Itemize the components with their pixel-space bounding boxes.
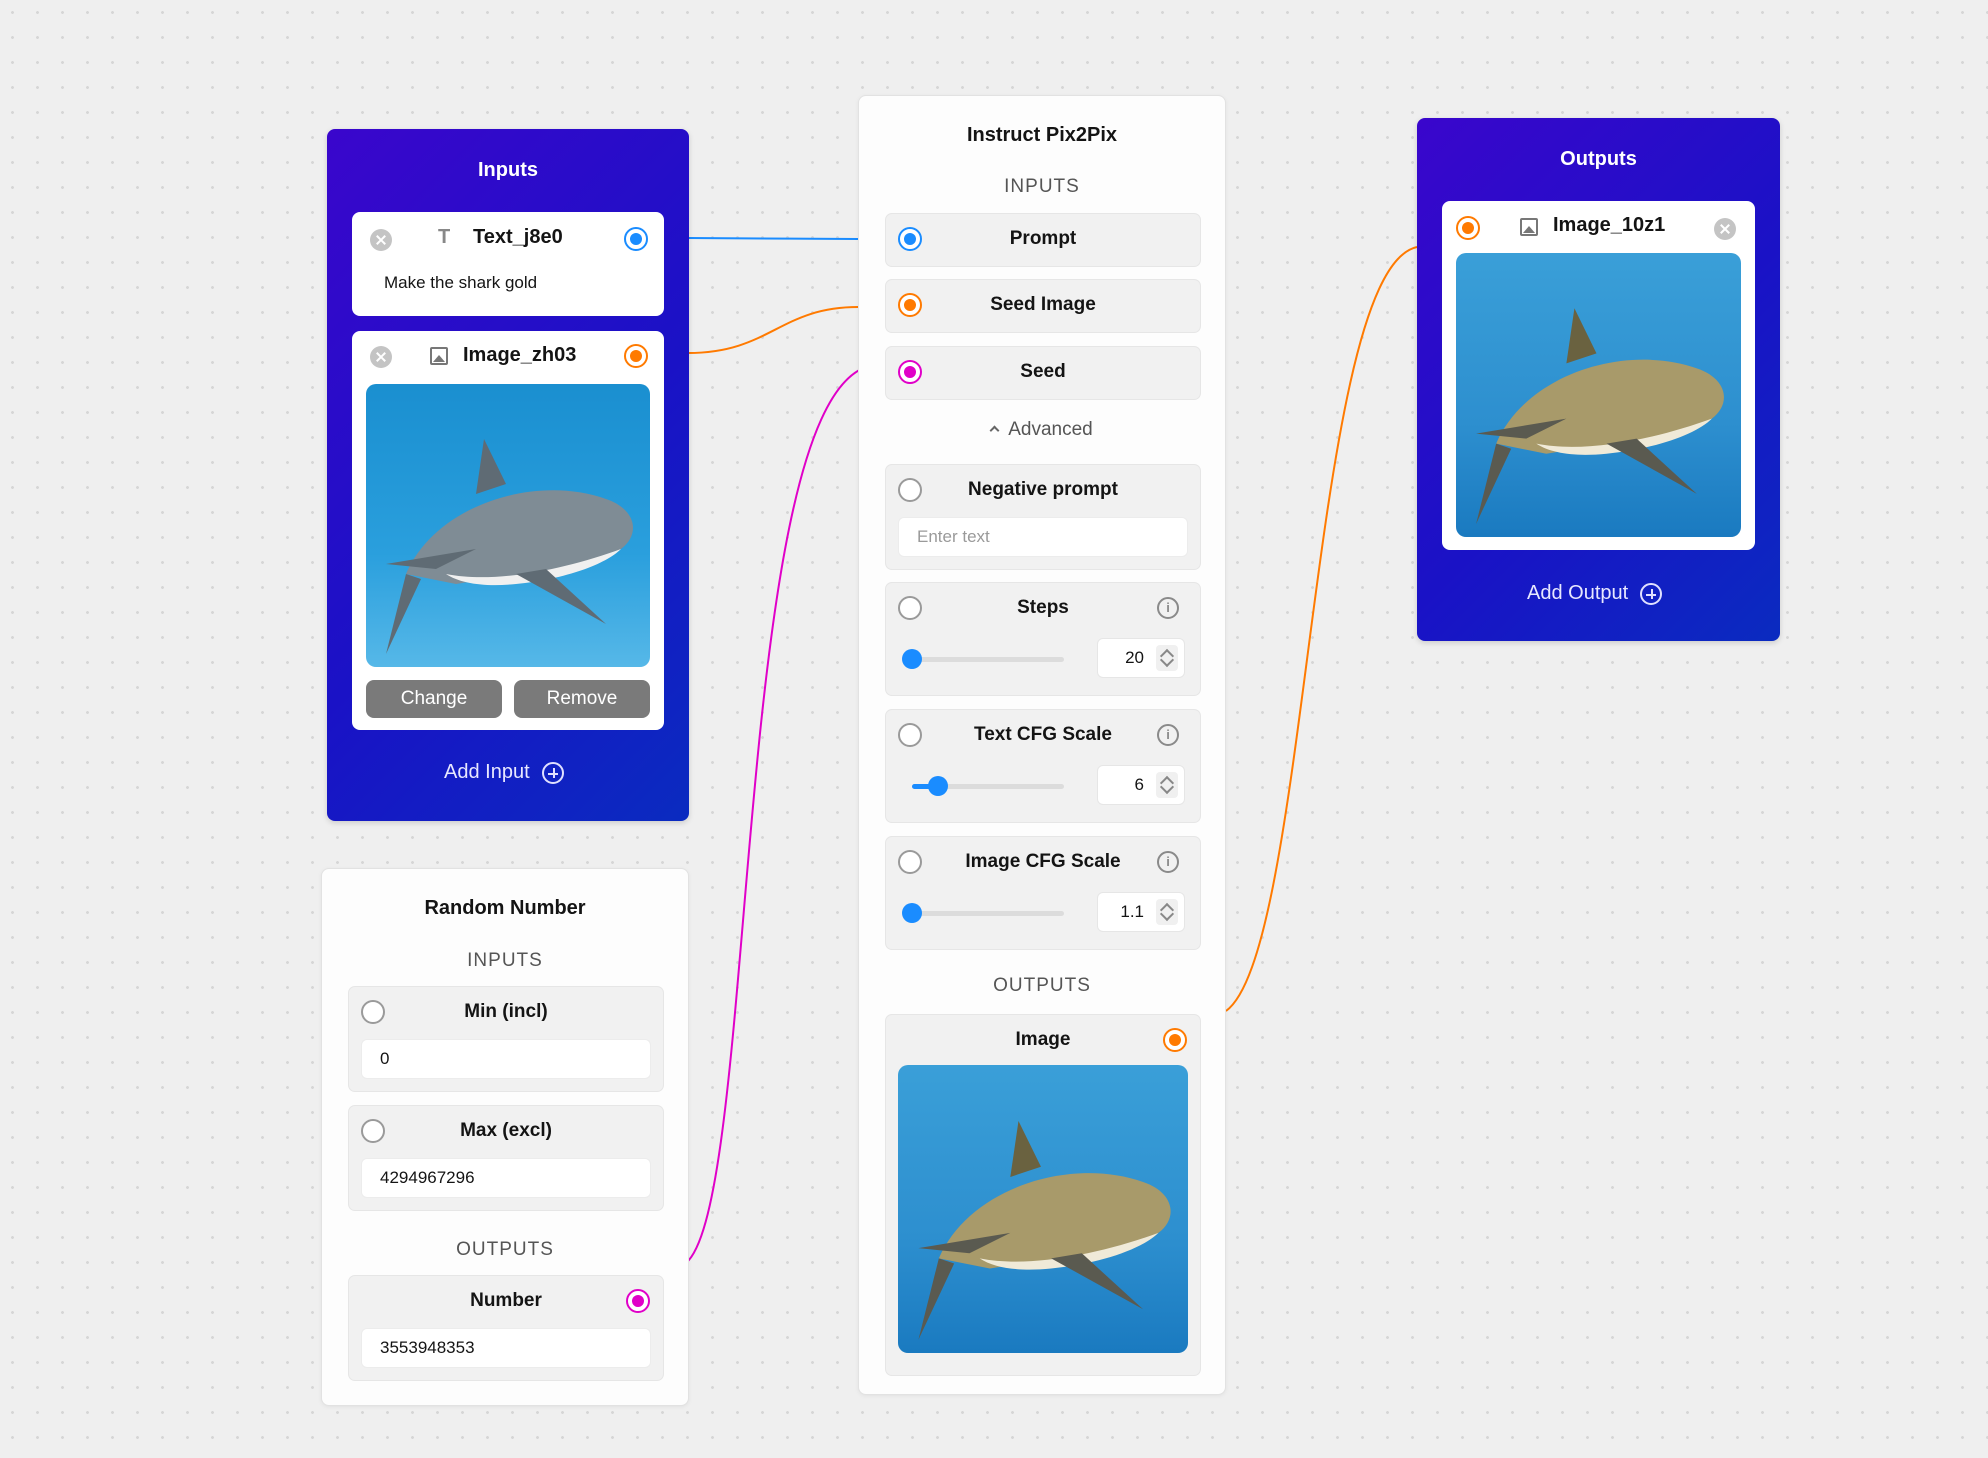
random-number-node: Random Number INPUTS Min (incl) 0 Max (e… (321, 868, 689, 1406)
advanced-label: Advanced (1008, 419, 1093, 440)
outputs-panel-title: Outputs (1560, 148, 1637, 170)
add-output-button[interactable]: Add Output (1527, 582, 1663, 605)
image-output-label: Image (1015, 1029, 1071, 1050)
seed-row: Seed (885, 346, 1201, 400)
steps-info-icon[interactable]: i (1157, 597, 1179, 619)
number-output-port[interactable] (626, 1289, 650, 1313)
random-number-outputs-label: OUTPUTS (456, 1239, 554, 1260)
steps-slider[interactable] (902, 649, 1064, 669)
wire-image-to-seed-image (687, 306, 859, 354)
plus-icon (1640, 582, 1663, 605)
min-label: Min (incl) (464, 1001, 548, 1022)
steps-label: Steps (1017, 597, 1069, 618)
max-label: Max (excl) (460, 1120, 552, 1141)
image-cfg-row: Image CFG Scale i 1.1 (885, 836, 1201, 950)
shark-image-final (1456, 253, 1741, 537)
steps-slider-thumb[interactable] (902, 649, 922, 669)
image-output-port[interactable] (1163, 1028, 1187, 1052)
random-number-title: Random Number (424, 897, 586, 919)
image-cfg-stepper[interactable]: 1.1 (1097, 892, 1185, 932)
inputs-panel-title: Inputs (478, 159, 538, 181)
image-cfg-slider-thumb[interactable] (902, 903, 922, 923)
min-row: Min (incl) 0 (348, 986, 664, 1092)
stepper-arrows-icon[interactable] (1156, 899, 1178, 925)
image-output-row: Image (885, 1014, 1201, 1376)
output-image-input-port[interactable] (1456, 216, 1480, 240)
negative-prompt-row: Negative prompt Enter text (885, 464, 1201, 570)
text-output-port[interactable] (624, 227, 648, 251)
negative-prompt-label: Negative prompt (968, 479, 1118, 500)
image-input-card: Image_zh03 Change Remove (352, 331, 664, 730)
remove-image-input-icon[interactable] (370, 346, 392, 368)
image-cfg-info-icon[interactable]: i (1157, 851, 1179, 873)
image-cfg-value: 1.1 (1120, 902, 1144, 921)
steps-row: Steps i 20 (885, 582, 1201, 696)
steps-value: 20 (1125, 648, 1144, 667)
image-output-name: Image_10z1 (1553, 214, 1666, 236)
text-cfg-slider-thumb[interactable] (927, 776, 948, 796)
wire-number-to-seed (685, 364, 876, 1264)
advanced-toggle[interactable]: Advanced (859, 419, 1225, 441)
number-output-value: 3553948353 (361, 1328, 651, 1368)
remove-output-icon[interactable] (1714, 218, 1736, 240)
text-type-icon: T (438, 226, 451, 248)
text-cfg-stepper[interactable]: 6 (1097, 765, 1185, 805)
wire-text-to-prompt (687, 237, 859, 240)
add-input-button[interactable]: Add Input (444, 761, 564, 784)
pix2pix-title: Instruct Pix2Pix (966, 124, 1118, 146)
stepper-arrows-icon[interactable] (1156, 772, 1178, 798)
text-cfg-info-icon[interactable]: i (1157, 724, 1179, 746)
max-input[interactable]: 4294967296 (361, 1158, 651, 1198)
text-cfg-row: Text CFG Scale i 6 (885, 709, 1201, 823)
number-label: Number (470, 1290, 542, 1311)
remove-image-button[interactable]: Remove (514, 680, 650, 718)
text-input-name: Text_j8e0 (473, 226, 563, 248)
image-output-card: Image_10z1 (1442, 201, 1755, 550)
image-type-icon (430, 347, 448, 365)
text-cfg-slider[interactable] (912, 776, 1064, 796)
max-row: Max (excl) 4294967296 (348, 1105, 664, 1211)
seed-image-label: Seed Image (990, 294, 1096, 315)
prompt-row: Prompt (885, 213, 1201, 267)
image-input-name: Image_zh03 (463, 344, 577, 366)
min-input[interactable]: 0 (361, 1039, 651, 1079)
seed-image-row: Seed Image (885, 279, 1201, 333)
pix2pix-outputs-label: OUTPUTS (993, 975, 1091, 996)
text-cfg-label: Text CFG Scale (974, 724, 1112, 745)
outputs-panel: Outputs Image_10z1 Add Output (1417, 118, 1780, 641)
shark-image-input (366, 384, 650, 667)
change-image-button[interactable]: Change (366, 680, 502, 718)
negative-prompt-input[interactable]: Enter text (898, 517, 1188, 557)
prompt-label: Prompt (1009, 228, 1077, 249)
add-input-label: Add Input (444, 761, 530, 783)
image-cfg-slider[interactable] (902, 903, 1064, 923)
steps-stepper[interactable]: 20 (1097, 638, 1185, 678)
wire-image-to-output (1225, 246, 1418, 1012)
inputs-panel: Inputs T Text_j8e0 Make the shark gold I… (327, 129, 689, 821)
add-output-label: Add Output (1527, 582, 1629, 604)
instruct-pix2pix-node: Instruct Pix2Pix INPUTS Prompt Seed Imag… (858, 95, 1226, 1395)
text-cfg-value: 6 (1134, 775, 1144, 794)
text-input-value[interactable]: Make the shark gold (366, 264, 650, 302)
pix2pix-inputs-label: INPUTS (1004, 176, 1080, 197)
shark-image-output (898, 1065, 1188, 1353)
image-type-icon (1520, 218, 1538, 236)
image-output-port[interactable] (624, 344, 648, 368)
chevron-up-icon (989, 425, 1000, 436)
number-output-row: Number 3553948353 (348, 1275, 664, 1381)
stepper-arrows-icon[interactable] (1156, 645, 1178, 671)
remove-text-input-icon[interactable] (370, 229, 392, 251)
text-input-card: T Text_j8e0 Make the shark gold (352, 212, 664, 316)
image-cfg-label: Image CFG Scale (965, 851, 1121, 872)
seed-label: Seed (1020, 361, 1066, 382)
random-number-inputs-label: INPUTS (467, 950, 543, 971)
plus-icon (541, 761, 564, 784)
